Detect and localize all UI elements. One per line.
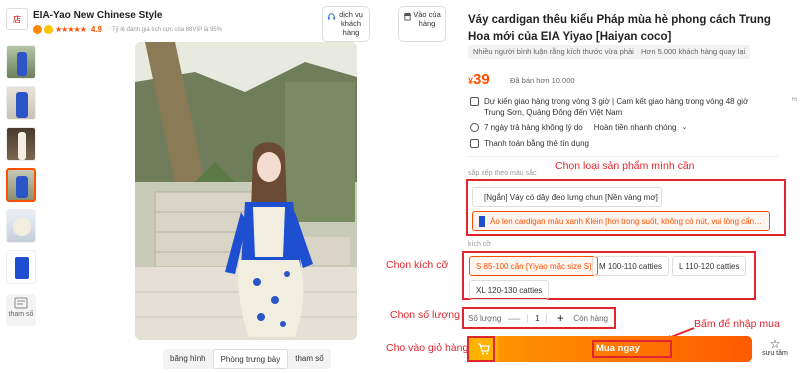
favorite-button[interactable]: ☆ sưu tầm [757,338,793,357]
headset-icon [327,13,336,20]
size-option-l[interactable]: L 110-120 catties [672,256,747,276]
size-option-m[interactable]: M 100-110 catties [592,256,669,276]
store-positive-rate: Tỷ lệ đánh giá tích cực của 88VIP là 95% [112,27,222,33]
tab-gallery[interactable]: Phòng trưng bày [212,349,289,369]
credit-info: Thanh toán bằng thẻ tín dụng [470,138,589,149]
return-icon [470,123,479,132]
favorite-label: sưu tầm [762,350,788,357]
enter-store-button[interactable]: Vào của hàng [398,6,446,42]
annotation-quantity: Chọn số lượng [390,309,460,321]
annotation-buy-box [592,340,672,358]
refund-text[interactable]: Hoàn tiền nhanh chóng [594,122,677,133]
tag-size-fit: Nhiều người bình luận rằng kích thước vừ… [468,45,639,59]
tag-repeat-customers: Hơn 5.000 khách hàng quay lại [636,45,751,59]
variant-option-2-label: Áo len cardigan màu xanh Klein [hơi tron… [490,216,763,226]
thumbnail-6[interactable] [6,250,36,284]
annotation-cart-box [467,336,495,362]
annotation-buy: Bấm để nhập mua [694,318,780,330]
size-section-label: kích cỡ [468,241,491,248]
product-title: Váy cardigan thêu kiểu Pháp mùa hè phong… [468,14,771,43]
star-icon: ☆ [769,337,781,351]
annotation-size: Chọn kích cỡ [386,259,449,271]
stock-status: Còn hàng [573,313,608,323]
annotation-cart: Cho vào giỏ hàng [386,342,469,354]
thumbnail-2[interactable] [6,86,36,120]
size-option-s-selected[interactable]: S 85-100 cân [Yiyao mặc size S] [469,256,599,276]
quantity-decrease-button[interactable]: — [507,311,521,325]
variant-swatch-2 [479,215,485,227]
returns-info: 7 ngày trả hàng không lý do Hoàn tiền nh… [470,122,687,133]
quantity-stepper: Số lượng — 1 + Còn hàng [468,311,608,325]
medal-badge-icon [44,25,53,34]
vip-badge-icon [33,25,42,34]
thumbnail-1[interactable] [6,45,36,79]
thumbnail-4-selected[interactable] [6,168,36,202]
tab-video[interactable]: băng hình [163,349,213,369]
price-value: 39 [473,71,490,88]
truck-icon [470,97,479,106]
store-name[interactable]: EIA-Yao New Chinese Style [33,10,163,21]
rating-value: 4.9 [90,25,102,34]
store-icon [403,12,412,21]
delivery-text: Dự kiến giao hàng trong vòng 3 giờ | Cam… [484,97,749,117]
variant-option-1-label: [Ngắn] Váy có dây đeo lưng chun [Nền vàn… [484,192,658,202]
credit-text: Thanh toán bằng thẻ tín dụng [484,139,589,148]
price: ¥39 [468,71,490,88]
quantity-increase-button[interactable]: + [553,311,567,325]
sold-count: Đã bán hơn 10.000 [510,76,575,85]
credit-card-icon [470,139,479,148]
params-button[interactable]: tham số [6,294,36,326]
variant-section-label: sắp xếp theo màu sắc [468,170,537,177]
thumbnail-5[interactable] [6,209,36,243]
store-rating: ★★★★★ 4.9 [33,25,102,34]
variant-option-1[interactable]: [Ngắn] Váy có dây đeo lưng chun [Nền vàn… [472,187,662,207]
tab-params[interactable]: tham số [288,349,330,369]
main-product-image[interactable] [135,42,357,340]
quantity-input[interactable]: 1 [527,313,548,323]
side-panel-text: Hi [792,97,797,103]
quantity-label: Số lượng [468,313,502,323]
params-icon [14,297,28,309]
annotation-variant: Chọn loại sản phẩm mình cần [555,160,695,172]
thumbnail-3[interactable] [6,127,36,161]
model-photo [135,42,357,340]
returns-text: 7 ngày trả hàng không lý do [484,123,583,132]
params-label: tham số [8,311,34,318]
store-logo[interactable]: 店 [6,8,28,30]
customer-service-button[interactable]: dịch vụ khách hàng [322,6,370,42]
chevron-down-icon[interactable]: ⌄ [681,122,687,133]
divider [466,156,778,157]
size-option-xl[interactable]: XL 120-130 catties [469,280,550,300]
variant-option-2-selected[interactable]: Áo len cardigan màu xanh Klein [hơi tron… [472,211,770,231]
gallery-tabs: băng hình Phòng trưng bày tham số [163,349,331,369]
delivery-info: Dự kiến giao hàng trong vòng 3 giờ | Cam… [470,96,770,118]
rating-stars: ★★★★★ [55,25,87,34]
